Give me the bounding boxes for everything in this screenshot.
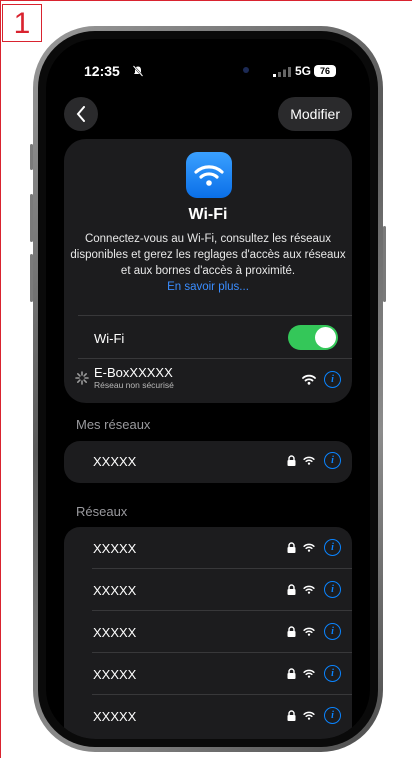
wifi-settings-card: Wi-Fi Connectez-vous au Wi-Fi, consultez… [64,139,352,403]
divider [78,358,352,359]
volume-down-button [30,254,33,302]
front-camera [243,67,249,73]
wifi-signal-icon [302,374,316,385]
divider [78,315,352,316]
divider [92,568,352,569]
network-type: 5G [295,64,312,78]
phone-screen: 12:35 5G 76 Modifier Wi-Fi Connectez-vou… [46,39,370,739]
loading-spinner-icon [75,371,89,385]
lock-icon [287,626,296,637]
divider [92,652,352,653]
wifi-toggle[interactable] [288,325,338,350]
info-icon[interactable]: i [324,623,341,640]
volume-up-button [30,194,33,242]
wifi-panel-description: Connectez-vous au Wi-Fi, consultez les r… [70,233,346,277]
toggle-knob [315,327,336,348]
lock-icon [287,668,296,679]
network-name[interactable]: XXXXX [93,541,136,556]
info-icon[interactable]: i [324,581,341,598]
network-name[interactable]: XXXXX [93,667,136,682]
wifi-toggle-label: Wi-Fi [94,331,125,346]
action-button [30,144,33,170]
phone-frame: 12:35 5G 76 Modifier Wi-Fi Connectez-vou… [30,26,386,752]
wifi-signal-icon [303,669,315,678]
lock-icon [287,584,296,595]
back-button[interactable] [64,97,98,131]
info-icon[interactable]: i [324,707,341,724]
network-name[interactable]: XXXXX [93,583,136,598]
lock-icon [287,455,296,466]
connecting-network-subtitle: Réseau non sécurisé [94,380,174,390]
info-icon[interactable]: i [324,665,341,682]
frame-left-border [0,0,1,758]
lock-icon [287,710,296,721]
status-time: 12:35 [84,63,120,79]
network-name[interactable]: XXXXX [93,625,136,640]
wifi-panel-title: Wi-Fi [188,206,228,223]
frame-top-border [0,0,412,1]
info-icon[interactable]: i [324,539,341,556]
connecting-network-name[interactable]: E-BoxXXXXX [94,365,173,380]
chevron-left-icon [76,106,85,122]
divider [92,694,352,695]
wifi-signal-icon [303,543,315,552]
info-icon[interactable]: i [324,371,341,388]
edit-button[interactable]: Modifier [278,97,352,131]
wifi-signal-icon [303,711,315,720]
silent-bell-icon [132,65,144,77]
info-icon[interactable]: i [324,452,341,469]
network-name[interactable]: XXXXX [93,454,136,469]
signal-bars-icon [273,67,291,77]
step-number-badge: 1 [2,4,42,42]
wifi-app-icon [186,152,232,198]
network-name[interactable]: XXXXX [93,709,136,724]
my-networks-title: Mes réseaux [76,417,151,432]
wifi-icon [194,165,224,186]
power-button [383,226,386,302]
wifi-signal-icon [303,627,315,636]
wifi-signal-icon [303,456,315,465]
networks-title: Réseaux [76,504,128,519]
learn-more-link[interactable]: En savoir plus... [64,281,352,293]
battery-indicator: 76 [314,65,336,77]
divider [92,610,352,611]
status-bar: 12:35 5G 76 [46,63,370,85]
lock-icon [287,542,296,553]
phone-bezel: 12:35 5G 76 Modifier Wi-Fi Connectez-vou… [38,31,378,747]
networks-card: XXXXX XXXXX XXXXX XXXXX XXXXX i i i i i [64,527,352,739]
my-networks-card: XXXXX i [64,441,352,483]
wifi-signal-icon [303,585,315,594]
